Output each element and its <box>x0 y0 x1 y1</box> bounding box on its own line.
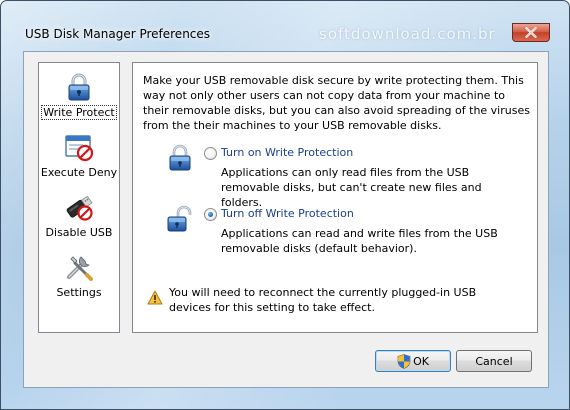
close-icon <box>525 27 537 38</box>
panel-description: Make your USB removable disk secure by w… <box>143 74 530 132</box>
sidebar-item-settings[interactable]: Settings <box>39 247 119 307</box>
warning-icon <box>147 290 163 305</box>
locked-padlock-icon <box>169 144 191 171</box>
uac-shield-icon <box>397 353 411 369</box>
cancel-button[interactable]: Cancel <box>456 350 532 372</box>
write-protection-off-label[interactable]: Turn off Write Protection <box>221 207 354 220</box>
sidebar: Write Protect Execute Deny Disable USB S… <box>38 62 120 333</box>
padlock-icon <box>68 73 90 101</box>
write-protection-off-radio[interactable] <box>204 208 217 221</box>
sidebar-item-label: Execute Deny <box>40 166 118 179</box>
watermark: softdownload.com.br <box>319 25 496 43</box>
sidebar-item-write-protect[interactable]: Write Protect <box>39 67 119 127</box>
reconnect-warning: You will need to reconnect the currently… <box>169 286 477 314</box>
dialog-body: Write Protect Execute Deny Disable USB S… <box>23 51 549 388</box>
ok-button[interactable]: OK <box>375 350 451 372</box>
tools-icon <box>67 256 93 281</box>
write-protection-off-description: Applications can read and write files fr… <box>221 227 498 255</box>
ok-button-label: OK <box>413 354 429 368</box>
write-protection-on-radio[interactable] <box>204 147 217 160</box>
write-protect-panel: Make your USB removable disk secure by w… <box>132 62 538 333</box>
write-protection-on-description: Applications can only read files from th… <box>221 166 482 209</box>
sidebar-item-label: Settings <box>56 286 102 299</box>
window-title: USB Disk Manager Preferences <box>25 27 211 41</box>
write-protection-on-label[interactable]: Turn on Write Protection <box>221 146 353 159</box>
cancel-button-label: Cancel <box>475 354 513 368</box>
blocked-window-icon <box>65 135 94 162</box>
close-button[interactable] <box>512 23 550 42</box>
sidebar-item-execute-deny[interactable]: Execute Deny <box>39 127 119 187</box>
sidebar-item-disable-usb[interactable]: Disable USB <box>39 187 119 247</box>
sidebar-item-label: Disable USB <box>45 226 113 239</box>
usb-drive-blocked-icon <box>66 195 93 221</box>
sidebar-item-label: Write Protect <box>41 105 117 120</box>
unlocked-padlock-icon <box>167 205 192 232</box>
window-frame: USB Disk Manager Preferences softdownloa… <box>0 0 570 410</box>
